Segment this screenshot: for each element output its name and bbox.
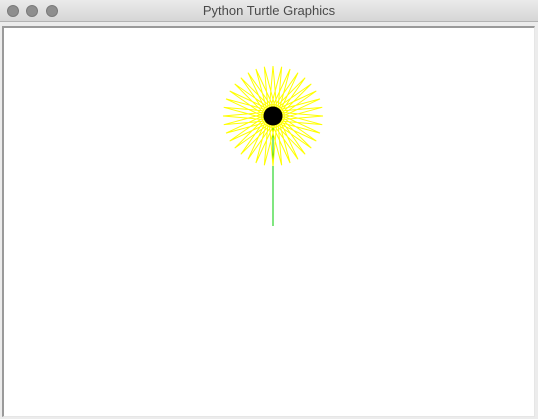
turtle-window: Python Turtle Graphics: [0, 0, 538, 419]
window-title: Python Turtle Graphics: [202, 3, 336, 18]
turtle-drawing: [222, 65, 324, 226]
turtle-canvas[interactable]: [2, 26, 535, 417]
title-bar[interactable]: Python Turtle Graphics: [0, 0, 538, 22]
flower-center: [263, 106, 283, 126]
